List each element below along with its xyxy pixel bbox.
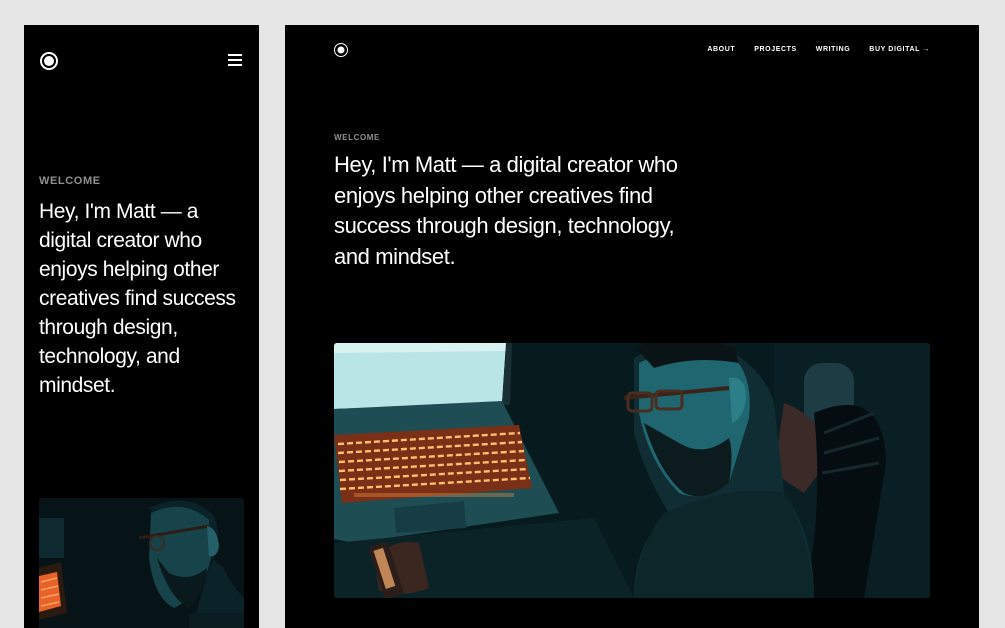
nav-projects[interactable]: PROJECTS xyxy=(754,46,797,53)
hamburger-menu-icon[interactable] xyxy=(228,54,242,66)
menu-line xyxy=(228,59,242,61)
logo-icon[interactable] xyxy=(334,43,348,57)
hero-photo xyxy=(334,343,930,598)
logo-icon[interactable] xyxy=(40,52,58,70)
welcome-eyebrow: WELCOME xyxy=(39,175,101,187)
mobile-preview: WELCOME Hey, I'm Matt — a digital creato… xyxy=(24,25,259,628)
hero-headline: Hey, I'm Matt — a digital creator who en… xyxy=(334,152,678,269)
nav-about[interactable]: ABOUT xyxy=(707,46,735,53)
hero-photo xyxy=(39,498,244,628)
nav-buy-digital[interactable]: BUY DIGITAL → xyxy=(869,46,930,53)
hero-headline: Hey, I'm Matt — a digital creator who en… xyxy=(39,200,236,397)
nav-writing[interactable]: WRITING xyxy=(816,46,851,53)
menu-line xyxy=(228,54,242,56)
welcome-eyebrow: WELCOME xyxy=(334,133,380,142)
main-nav: ABOUT PROJECTS WRITING BUY DIGITAL → xyxy=(707,46,930,53)
desktop-preview: ABOUT PROJECTS WRITING BUY DIGITAL → WEL… xyxy=(285,25,979,628)
menu-line xyxy=(228,64,242,66)
